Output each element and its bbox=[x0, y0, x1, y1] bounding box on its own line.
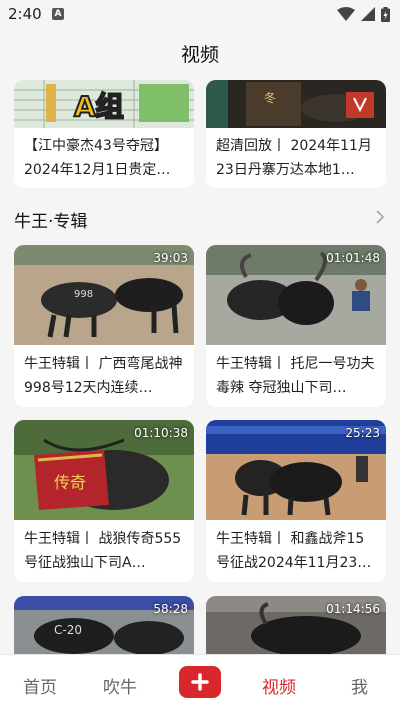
video-card[interactable]: C-20 58:28 bbox=[14, 596, 194, 654]
video-thumbnail: 01:01:48 bbox=[206, 245, 386, 345]
video-title: 牛王特辑丨 和鑫战斧15号征战2024年11月23… bbox=[216, 531, 372, 571]
video-card[interactable]: 998 39:03 牛王特辑丨 广西弯尾战神998号12天内连续… bbox=[14, 245, 194, 407]
notification-icon: A bbox=[52, 8, 64, 20]
wifi-icon bbox=[337, 7, 355, 21]
thumb-overlay-text: C-20 bbox=[54, 623, 82, 637]
video-card[interactable]: 01:14:56 bbox=[206, 596, 386, 654]
page-title: 视频 bbox=[180, 44, 219, 66]
thumb-overlay-text: 传奇 bbox=[54, 473, 86, 492]
video-title: 牛王特辑丨 战狼传奇555号征战独山下司A… bbox=[24, 531, 182, 571]
video-thumbnail: 冬 bbox=[206, 80, 386, 128]
plus-icon bbox=[191, 673, 209, 691]
video-thumbnail: C-20 58:28 bbox=[14, 596, 194, 654]
chevron-right-icon[interactable] bbox=[372, 209, 388, 225]
video-card[interactable]: 25:23 牛王特辑丨 和鑫战斧15号征战2024年11月23… bbox=[206, 420, 386, 582]
video-thumbnail: 传奇 01:10:38 bbox=[14, 420, 194, 520]
nav-home[interactable]: 首页 bbox=[23, 673, 57, 698]
video-duration: 01:14:56 bbox=[326, 602, 380, 616]
status-bar: 2:40 A bbox=[0, 0, 400, 30]
video-thumbnail: 998 39:03 bbox=[14, 245, 194, 345]
video-card[interactable]: A组 【江中豪杰43号夺冠】2024年12月1日贵定… bbox=[14, 80, 194, 188]
add-button[interactable] bbox=[179, 666, 221, 698]
video-thumbnail: 25:23 bbox=[206, 420, 386, 520]
section-title: 牛王·专辑 bbox=[14, 212, 88, 232]
video-card[interactable]: 冬 超清回放丨 2024年11月23日丹寨万达本地1… bbox=[206, 80, 386, 188]
video-thumbnail: A组 bbox=[14, 80, 194, 128]
video-card[interactable]: 传奇 01:10:38 牛王特辑丨 战狼传奇555号征战独山下司A… bbox=[14, 420, 194, 582]
video-title: 牛王特辑丨 托尼一号功夫毒辣 夺冠独山下司… bbox=[216, 356, 375, 396]
video-title: 【江中豪杰43号夺冠】2024年12月1日贵定… bbox=[24, 138, 171, 178]
nav-chuiniu[interactable]: 吹牛 bbox=[103, 673, 137, 698]
nav-video[interactable]: 视频 bbox=[262, 673, 296, 698]
thumb-overlay-text: A组 bbox=[74, 90, 124, 123]
video-title: 超清回放丨 2024年11月23日丹寨万达本地1… bbox=[216, 138, 372, 178]
video-duration: 58:28 bbox=[153, 602, 188, 616]
video-thumbnail: 01:14:56 bbox=[206, 596, 386, 654]
status-time: 2:40 bbox=[8, 5, 42, 23]
status-icons bbox=[337, 6, 390, 22]
nav-me[interactable]: 我 bbox=[351, 673, 368, 698]
video-duration: 25:23 bbox=[345, 426, 380, 440]
battery-icon bbox=[381, 6, 390, 22]
thumb-overlay-text: 冬 bbox=[264, 90, 276, 105]
video-card[interactable]: 01:01:48 牛王特辑丨 托尼一号功夫毒辣 夺冠独山下司… bbox=[206, 245, 386, 407]
video-title: 牛王特辑丨 广西弯尾战神998号12天内连续… bbox=[24, 356, 183, 396]
video-duration: 39:03 bbox=[153, 251, 188, 265]
video-duration: 01:10:38 bbox=[134, 426, 188, 440]
bottom-nav: 首页 吹牛 视频 我 bbox=[0, 654, 400, 712]
video-duration: 01:01:48 bbox=[326, 251, 380, 265]
signal-icon bbox=[361, 7, 375, 21]
svg-text:998: 998 bbox=[74, 289, 93, 300]
